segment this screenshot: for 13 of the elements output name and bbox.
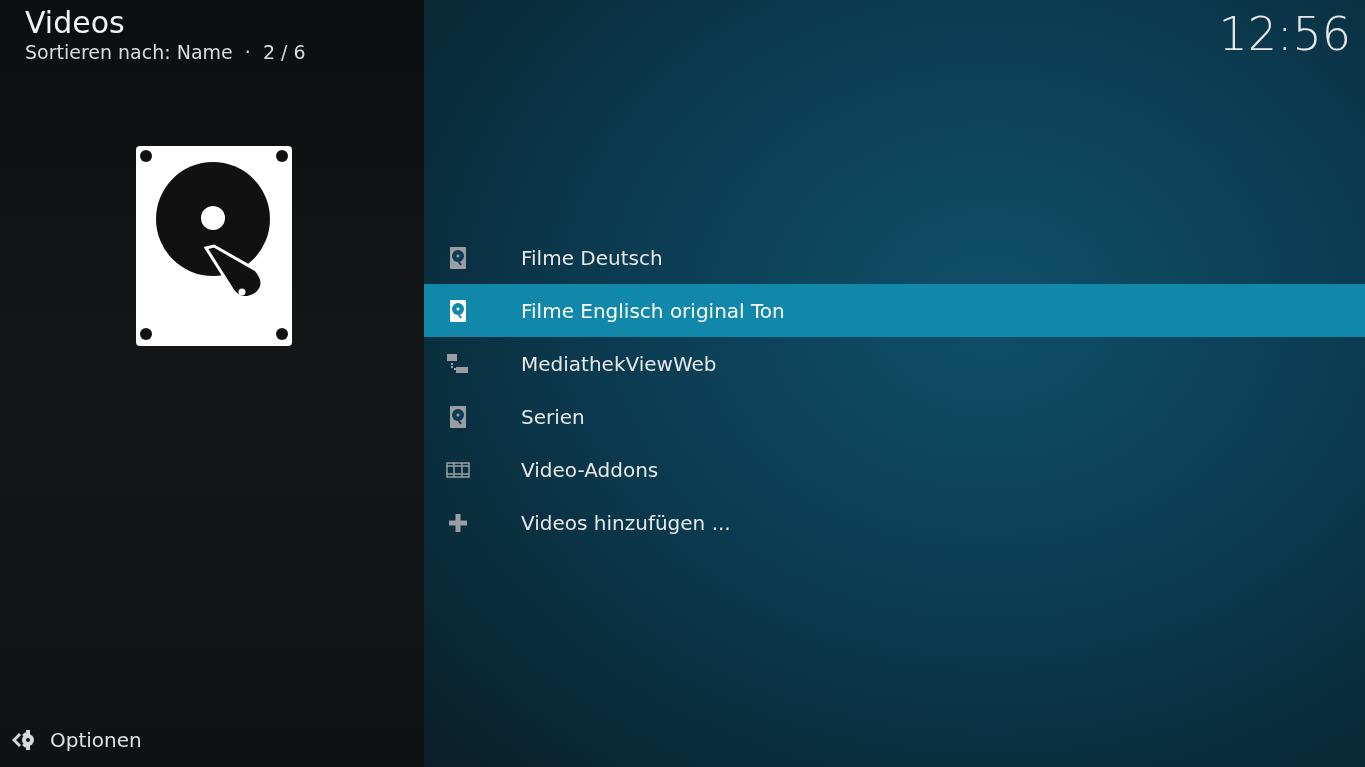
options-button[interactable]: Optionen — [0, 725, 142, 755]
list-item[interactable]: Filme Deutsch — [424, 231, 1365, 284]
hard-drive-icon — [136, 146, 292, 346]
list-item[interactable]: Filme Englisch original Ton — [424, 284, 1365, 337]
network-icon — [446, 351, 470, 376]
options-icon — [10, 727, 36, 753]
clock: 12:56 — [1218, 6, 1351, 62]
list-item[interactable]: MediathekViewWeb — [424, 337, 1365, 390]
sort-status: Sortieren nach: Name · 2 / 6 — [25, 40, 307, 64]
window-title: Videos — [25, 6, 126, 40]
list-item[interactable]: Serien — [424, 390, 1365, 443]
list-item[interactable]: Videos hinzufügen ... — [424, 496, 1365, 549]
list-item[interactable]: Video-Addons — [424, 443, 1365, 496]
